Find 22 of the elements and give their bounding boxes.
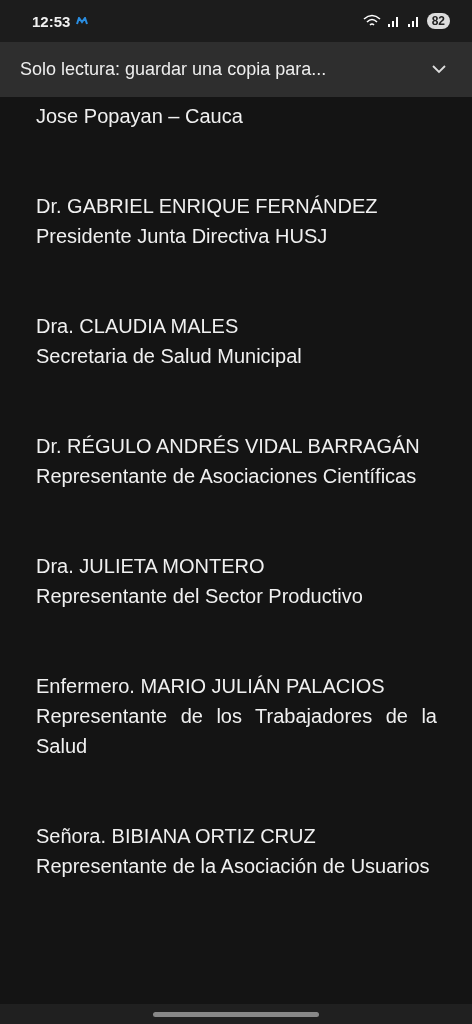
document-text: Representante de los Trabajadores de la Salud [36, 704, 437, 759]
document-text: Dra. CLAUDIA MALES [36, 314, 240, 339]
document-text: Jose Popayan – Cauca [36, 104, 244, 129]
document-text: Señora. BIBIANA ORTIZ CRUZ [36, 824, 317, 849]
document-text: Dra. JULIETA MONTERO [36, 554, 266, 579]
document-text: Representante de la Asociación de Usuarios [36, 854, 431, 879]
banner-text: Solo lectura: guardar una copia para... [20, 59, 328, 80]
wifi-icon [362, 14, 381, 28]
chevron-down-icon[interactable] [432, 65, 446, 74]
document-text: Dr. RÉGULO ANDRÉS VIDAL BARRAGÁN [36, 434, 421, 459]
battery-level: 82 [426, 13, 450, 29]
document-text: Enfermero. MARIO JULIÁN PALACIOS [36, 674, 386, 699]
clock-time: 12:53 [32, 12, 71, 30]
signal-icon [386, 15, 401, 27]
home-indicator[interactable] [153, 1011, 319, 1017]
carrier-logo-icon [76, 17, 89, 25]
document-text: Representante de Asociaciones Científicas [36, 464, 418, 489]
document-text: Presidente Junta Directiva HUSJ [36, 224, 329, 249]
document-text: Secretaria de Salud Municipal [36, 344, 303, 369]
document-text: Representante del Sector Productivo [36, 584, 364, 609]
signal-icon [406, 15, 421, 27]
document-text: Dr. GABRIEL ENRIQUE FERNÁNDEZ [36, 194, 379, 219]
